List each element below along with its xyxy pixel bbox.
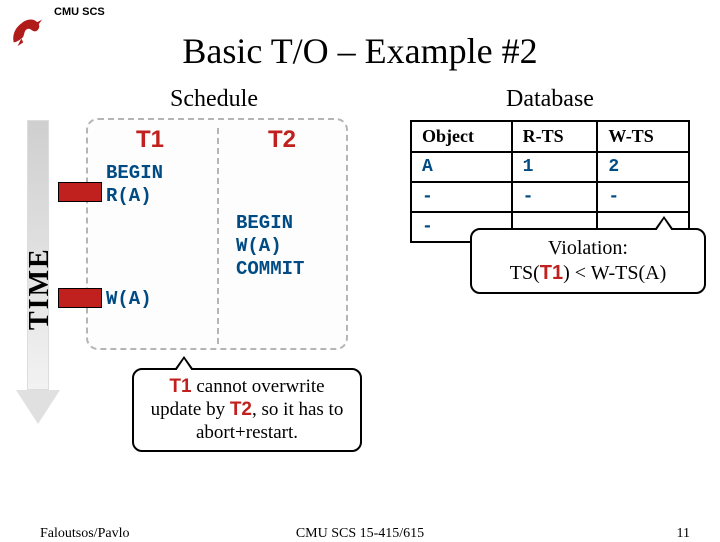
t1-header: T1: [136, 126, 164, 154]
marker-2: [58, 288, 102, 308]
t2-header: T2: [268, 126, 296, 154]
table-row: A 1 2: [411, 152, 689, 182]
t1-ref: T1: [540, 262, 563, 284]
t2-ref: T2: [230, 399, 252, 420]
page-title: Basic T/O – Example #2: [0, 30, 720, 72]
schedule-heading: Schedule: [170, 86, 258, 113]
abort-callout: T1 cannot overwrite update by T2, so it …: [132, 368, 362, 452]
col-rts: R-TS: [512, 121, 598, 152]
cell-rts: 1: [512, 152, 598, 182]
database-table: Object R-TS W-TS A 1 2 - - - -: [410, 120, 690, 243]
t2-ops: BEGIN W(A) COMMIT: [236, 212, 304, 280]
cell-wts: -: [597, 182, 689, 212]
cell-obj: -: [411, 182, 512, 212]
cell-wts: 2: [597, 152, 689, 182]
table-header-row: Object R-TS W-TS: [411, 121, 689, 152]
marker-1: [58, 182, 102, 202]
database-heading: Database: [506, 86, 594, 113]
t1-ops-begin: BEGIN R(A): [106, 162, 163, 208]
col-wts: W-TS: [597, 121, 689, 152]
col-object: Object: [411, 121, 512, 152]
cell-obj: A: [411, 152, 512, 182]
cell-rts: -: [512, 182, 598, 212]
time-label: TIME: [24, 247, 56, 330]
table-row: - - -: [411, 182, 689, 212]
org-label: CMU SCS: [54, 6, 105, 18]
t1-ops-write: W(A): [106, 288, 152, 311]
schedule-box: T1 T2 BEGIN R(A) BEGIN W(A) COMMIT W(A): [86, 118, 348, 350]
t1-ref: T1: [169, 376, 191, 397]
violation-callout: Violation: TS(T1) < W-TS(A): [470, 228, 706, 294]
violation-label: Violation:: [548, 237, 628, 259]
